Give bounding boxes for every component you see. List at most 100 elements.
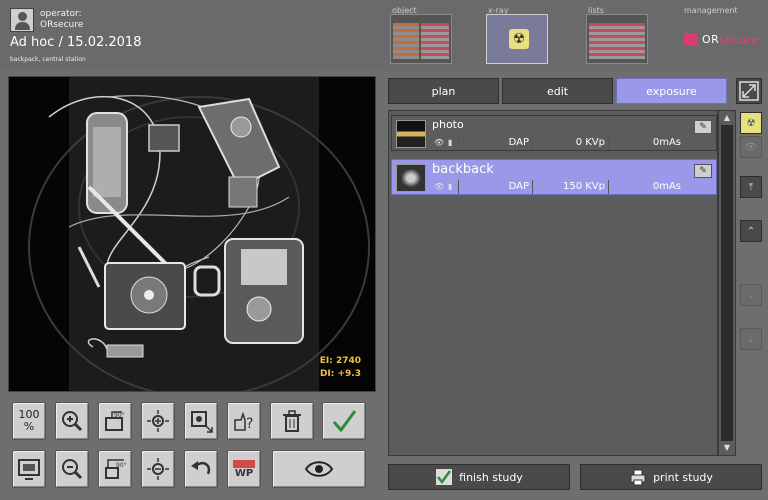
svg-text:90°: 90°	[116, 462, 127, 469]
list-scrollbar[interactable]: ▲ ▼	[718, 110, 736, 456]
rotate-90-button[interactable]: 90°	[98, 402, 132, 440]
exposure-list: photo 👁 ▮ DAP 0 KVp 0mAs ✎ backback 👁 ▮ …	[388, 110, 718, 456]
nav-tab-management[interactable]: ORsecure	[684, 33, 759, 46]
rotate-minus-90-button[interactable]: 90°	[98, 450, 132, 488]
tab-edit[interactable]: edit	[502, 78, 613, 104]
rotate-90-icon: 90°	[105, 411, 125, 431]
nav-caption-management: management	[684, 6, 738, 15]
exposure-name: backback	[432, 162, 494, 177]
eye-icon	[304, 461, 334, 477]
eye-icon: 👁	[744, 141, 758, 153]
finish-study-button[interactable]: finish study	[388, 464, 570, 490]
expand-arrows-icon	[739, 81, 759, 101]
operator-icon[interactable]	[10, 8, 34, 32]
exposure-params: 👁 ▮ DAP 0 KVp 0mAs	[432, 136, 692, 150]
brand-prefix: OR	[702, 33, 720, 46]
scroll-track[interactable]	[721, 125, 733, 441]
nav-tab-object[interactable]	[390, 14, 452, 64]
double-down-icon: ⤓	[748, 333, 754, 345]
edit-exposure-button[interactable]: ✎	[694, 164, 712, 178]
fullscreen-button[interactable]	[736, 78, 762, 104]
mas-value: 0mAs	[608, 180, 684, 194]
xray-viewer[interactable]: EI: 2740 DI: +9.3	[8, 76, 376, 392]
chevron-up-icon: ⌃	[746, 225, 756, 237]
tab-exposure[interactable]: exposure	[616, 78, 727, 104]
checkmark-icon	[436, 469, 453, 485]
operator-name: ORsecure	[40, 20, 84, 30]
kvp-value: 150 KVp	[532, 180, 608, 194]
nav-tab-xray[interactable]: ☢	[486, 14, 548, 64]
study-subtitle: backpack, central station	[10, 56, 86, 63]
trash-icon	[283, 410, 301, 432]
sun-plus-icon	[147, 410, 169, 432]
undo-button[interactable]	[184, 450, 218, 488]
help-button[interactable]: ?	[227, 402, 261, 440]
exposure-item-photo[interactable]: photo 👁 ▮ DAP 0 KVp 0mAs ✎	[391, 115, 717, 151]
eye-icon[interactable]: 👁	[434, 181, 444, 192]
region-zoom-icon	[191, 411, 213, 433]
chevron-down-icon: ⌄	[746, 289, 756, 301]
mas-value: 0mAs	[608, 136, 684, 150]
checkmark-icon	[332, 410, 357, 433]
wp-button[interactable]: WP	[227, 450, 261, 488]
exposure-index: EI: 2740	[319, 356, 361, 366]
scroll-up-icon[interactable]: ▲	[722, 113, 732, 123]
delete-button[interactable]	[270, 402, 314, 440]
study-title: Ad hoc / 15.02.2018	[10, 35, 142, 50]
move-up-button[interactable]: ⌃	[740, 220, 762, 242]
exposure-tabs: plan edit exposure	[388, 78, 732, 104]
dap-value: DAP	[458, 136, 532, 150]
operator-label: operator:	[40, 9, 82, 19]
eye-icon[interactable]: 👁	[434, 137, 444, 148]
printer-icon	[630, 469, 646, 486]
radiation-icon: ☢	[746, 117, 756, 129]
scroll-down-icon[interactable]: ▼	[722, 443, 732, 453]
zoom-100-button[interactable]: 100 %	[12, 402, 46, 440]
svg-text:90°: 90°	[114, 412, 125, 419]
double-up-icon: ⤒	[748, 181, 754, 193]
monitor-icon	[18, 459, 40, 480]
region-zoom-button[interactable]	[184, 402, 218, 440]
brightness-up-button[interactable]	[141, 402, 175, 440]
accept-button[interactable]	[322, 402, 366, 440]
deviation-index: DI: +9.3	[319, 369, 361, 379]
rotate-minus-90-icon: 90°	[105, 459, 127, 479]
radiation-icon: ☢	[509, 29, 529, 49]
fit-screen-button[interactable]	[12, 450, 46, 488]
dose-readout: EI: 2740 DI: +9.3	[320, 355, 361, 381]
main-nav: object x-ray ☢ lists management ORsecure	[384, 0, 768, 72]
brand-name: secure	[719, 33, 759, 46]
brightness-down-button[interactable]	[141, 450, 175, 488]
lock-icon: ▮	[448, 138, 453, 147]
undo-arrow-icon	[191, 461, 211, 475]
print-study-button[interactable]: print study	[580, 464, 762, 490]
edit-exposure-button[interactable]: ✎	[694, 120, 712, 134]
radiation-toggle-button[interactable]: ☢	[740, 112, 762, 134]
move-bottom-button[interactable]: ⤓	[740, 328, 762, 350]
move-down-button[interactable]: ⌄	[740, 284, 762, 306]
xray-thumbnail	[396, 164, 426, 192]
wp-label: WP	[232, 459, 256, 479]
finish-study-label: finish study	[459, 470, 523, 484]
hand-question-icon: ?	[234, 411, 253, 432]
print-study-label: print study	[653, 470, 713, 484]
xray-image	[9, 77, 375, 391]
move-top-button[interactable]: ⤒	[740, 176, 762, 198]
magnifier-minus-icon	[62, 459, 83, 480]
study-header: operator: ORsecure Ad hoc / 15.02.2018 b…	[0, 0, 384, 70]
nav-tab-lists[interactable]	[586, 14, 648, 64]
exposure-name: photo	[432, 118, 464, 131]
tab-plan[interactable]: plan	[388, 78, 499, 104]
exposure-params: 👁 ▮ DAP 150 KVp 0mAs	[432, 180, 692, 194]
sun-minus-icon	[147, 458, 169, 480]
lock-icon: ▮	[448, 182, 453, 191]
magnifier-plus-icon	[62, 411, 83, 432]
kvp-value: 0 KVp	[532, 136, 608, 150]
operator-info: operator: ORsecure	[40, 9, 83, 31]
exposure-item-backback[interactable]: backback 👁 ▮ DAP 150 KVp 0mAs ✎	[391, 159, 717, 195]
zoom-in-button[interactable]	[55, 402, 89, 440]
visibility-button[interactable]: 👁	[740, 136, 762, 158]
dap-value: DAP	[458, 180, 532, 194]
zoom-out-button[interactable]	[55, 450, 89, 488]
view-button[interactable]	[272, 450, 366, 488]
